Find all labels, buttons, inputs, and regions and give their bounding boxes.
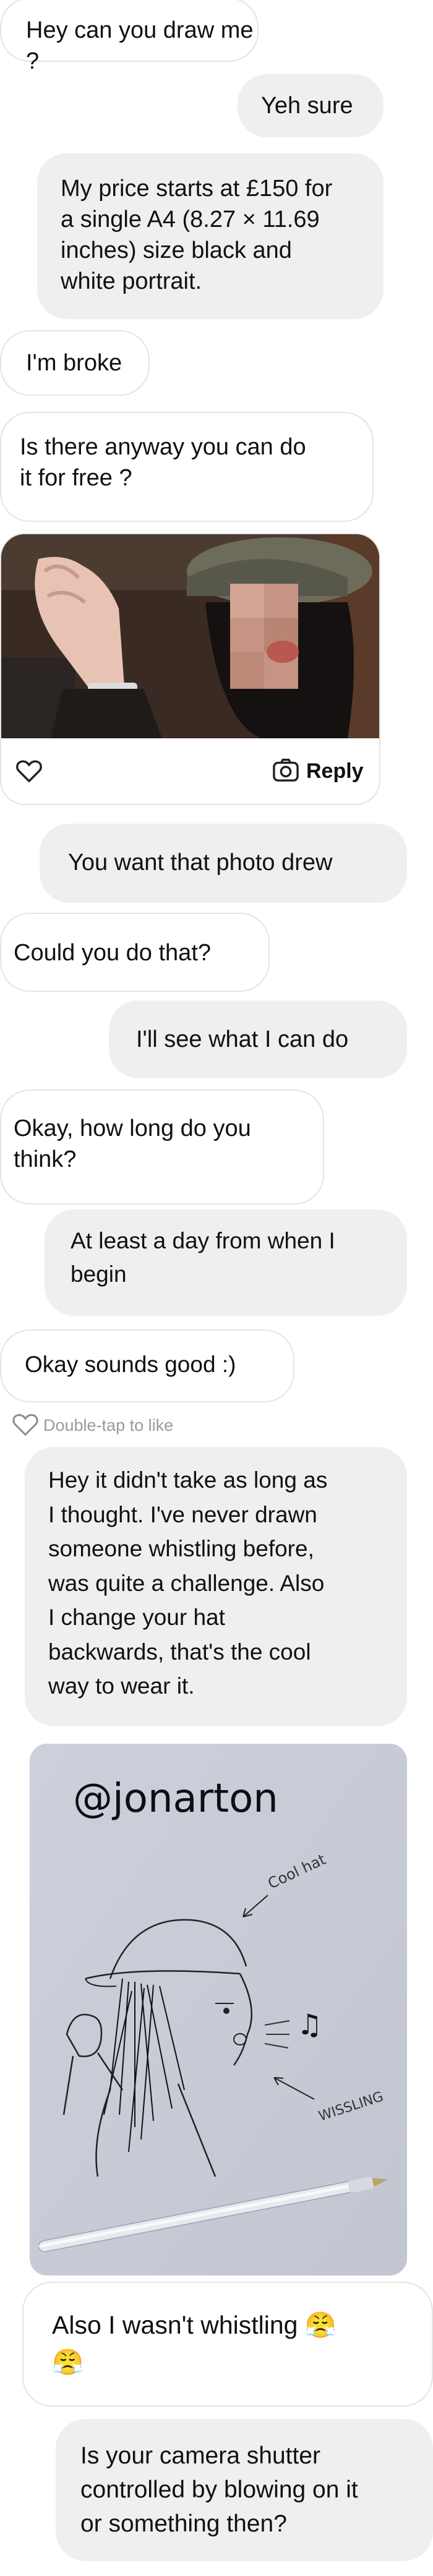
message-text: Is your camera shutter controlled by blo… — [80, 2442, 358, 2537]
message-text: Could you do that? — [14, 940, 212, 966]
message-bubble-incoming[interactable]: Is there anyway you can do it for free ? — [0, 412, 374, 522]
message-text: You want that photo drew — [68, 850, 333, 876]
message-text: My price starts at £150 for a single A4 … — [61, 176, 333, 294]
heart-icon[interactable] — [11, 1411, 40, 1440]
heart-icon[interactable] — [15, 757, 43, 787]
message-text: Okay, how long do you think? — [14, 1115, 251, 1172]
reply-button[interactable]: Reply — [272, 757, 364, 786]
camera-icon — [272, 757, 300, 786]
music-note-icon: ♫ — [297, 2008, 322, 2041]
message-bubble-incoming[interactable]: Okay sounds good :) — [0, 1329, 294, 1402]
message-bubble-outgoing[interactable]: My price starts at £150 for a single A4 … — [37, 153, 384, 319]
message-bubble-incoming[interactable]: I'm broke — [0, 330, 150, 396]
message-text: Hey can you draw me ? — [26, 17, 254, 74]
message-bubble-outgoing[interactable]: Is your camera shutter controlled by blo… — [56, 2419, 433, 2561]
message-bubble-outgoing[interactable]: Hey it didn't take as long as I thought.… — [25, 1447, 407, 1726]
message-bubble-outgoing[interactable]: Yeh sure — [238, 74, 384, 137]
drawing-image[interactable]: @jonarton Cool hat ♫ WISSLING — [30, 1744, 407, 2275]
message-text: At least a day from when I begin — [71, 1228, 335, 1287]
message-bubble-incoming[interactable]: Also I wasn't whistling 😤 😤 — [22, 2282, 433, 2407]
photo-message[interactable]: Reply — [0, 533, 380, 805]
message-text: I'm broke — [26, 350, 122, 376]
message-text: I'll see what I can do — [136, 1026, 349, 1052]
message-bubble-incoming[interactable]: Okay, how long do you think? — [0, 1090, 324, 1205]
drawing-illustration: @jonarton Cool hat ♫ WISSLING — [30, 1744, 407, 2275]
double-tap-label: Double-tap to like — [43, 1416, 174, 1435]
message-bubble-outgoing[interactable]: You want that photo drew — [40, 824, 407, 903]
message-bubble-outgoing[interactable]: I'll see what I can do — [109, 1000, 407, 1078]
message-text: Okay sounds good :) — [25, 1352, 236, 1377]
reply-label: Reply — [306, 759, 364, 783]
message-bubble-incoming[interactable]: Could you do that? — [0, 913, 270, 992]
watermark-text: @jonarton — [73, 1776, 278, 1822]
message-text: Hey it didn't take as long as I thought.… — [48, 1467, 328, 1699]
message-text: Is there anyway you can do it for free ? — [20, 434, 306, 491]
message-text: Also I wasn't whistling 😤 😤 — [52, 2311, 337, 2376]
message-bubble-incoming[interactable]: Hey can you draw me ? — [0, 0, 259, 74]
message-bubble-outgoing[interactable]: At least a day from when I begin — [45, 1209, 407, 1316]
message-text: Yeh sure — [261, 93, 353, 119]
shared-photo — [1, 534, 379, 738]
double-tap-hint[interactable]: Double-tap to like — [11, 1411, 173, 1440]
